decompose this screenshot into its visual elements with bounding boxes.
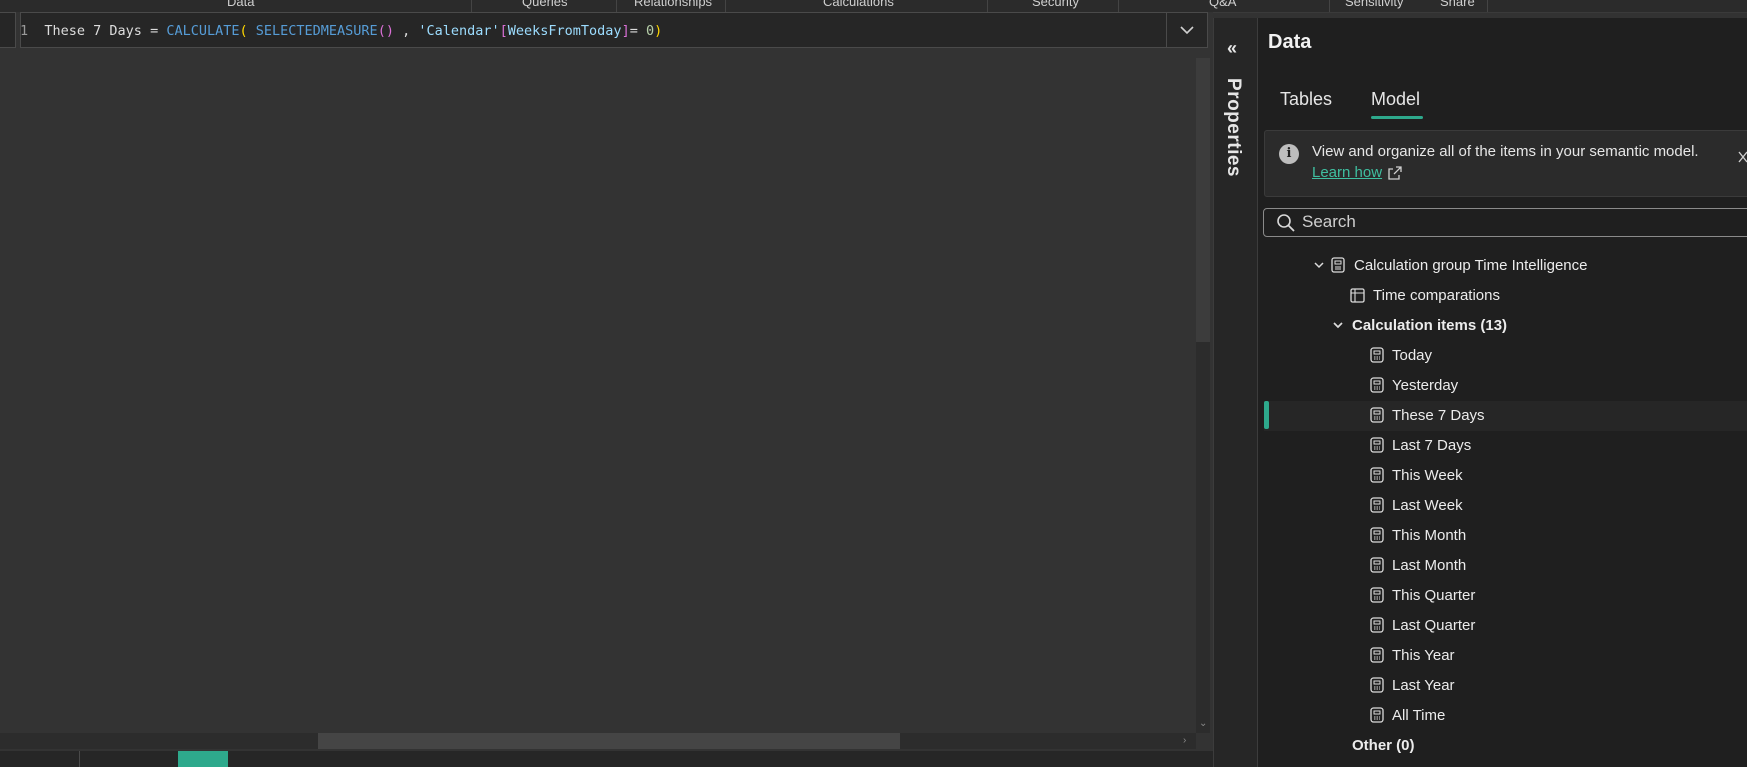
ribbon-tab-calculations[interactable]: Calculations	[823, 0, 894, 9]
tree-calculation-item[interactable]: Yesterday	[1392, 377, 1458, 394]
page-tab[interactable]	[79, 751, 80, 767]
learn-how-link[interactable]: Learn how	[1312, 164, 1382, 181]
ribbon-divider	[471, 0, 472, 12]
tree-calculation-item[interactable]: Last Year	[1392, 677, 1455, 694]
ribbon-divider	[1118, 0, 1119, 12]
ribbon-tab-security[interactable]: Security	[1032, 0, 1079, 9]
tree-calculation-item[interactable]: Last Week	[1392, 497, 1463, 514]
ribbon-divider	[725, 0, 726, 12]
search-input[interactable]	[1302, 209, 1722, 235]
ribbon-divider	[1487, 0, 1488, 12]
ribbon-tab-relationships[interactable]: Relationships	[634, 0, 712, 9]
code-bracket: [	[499, 23, 508, 39]
calculation-item-icon	[1370, 557, 1384, 573]
code-table-ref: 'Calendar'	[418, 23, 500, 39]
ribbon-tab-sensitivity[interactable]: Sensitivity	[1345, 0, 1404, 9]
expand-formula-button[interactable]	[1166, 13, 1207, 47]
calculation-item-icon	[1370, 347, 1384, 363]
ribbon-divider	[616, 0, 617, 12]
calculation-item-icon	[1370, 407, 1384, 423]
calculation-item-icon	[1370, 527, 1384, 543]
tree-calculation-item[interactable]: Last 7 Days	[1392, 437, 1471, 454]
calculation-item-icon	[1370, 647, 1384, 663]
code-paren: )	[654, 23, 663, 39]
data-pane-title: Data	[1268, 31, 1312, 53]
collapse-double-chevron-icon[interactable]: «	[1227, 38, 1237, 59]
close-icon[interactable]	[1737, 150, 1747, 164]
scroll-down-icon[interactable]: ⌄	[1199, 718, 1207, 729]
tree-calculation-item[interactable]: All Time	[1392, 707, 1445, 724]
calculation-item-icon	[1370, 467, 1384, 483]
tree-calculation-items-header[interactable]: Calculation items (13)	[1352, 317, 1507, 334]
calculation-item-icon	[1370, 707, 1384, 723]
code-paren: (	[239, 23, 256, 39]
tree-row-selected[interactable]	[1264, 401, 1747, 431]
code-bracket: ]	[621, 23, 630, 39]
code-operator: =	[141, 23, 167, 39]
tree-other-header[interactable]: Other (0)	[1352, 737, 1415, 754]
table-column-icon	[1350, 288, 1365, 303]
editor-gutter	[0, 12, 16, 48]
chevron-down-icon[interactable]	[1313, 259, 1325, 271]
ribbon-tab-qa[interactable]: Q&A	[1209, 0, 1236, 9]
code-comma: ,	[393, 23, 419, 39]
tab-model[interactable]: Model	[1371, 89, 1420, 110]
active-page-tab[interactable]	[178, 751, 228, 767]
info-icon: i	[1279, 144, 1299, 164]
tree-column[interactable]: Time comparations	[1373, 287, 1500, 304]
tree-calculation-item[interactable]: Last Month	[1392, 557, 1466, 574]
ribbon-divider	[987, 0, 988, 12]
tab-tables[interactable]: Tables	[1280, 89, 1332, 110]
ribbon-tab-queries[interactable]: Queries	[522, 0, 568, 9]
calculation-item-icon	[1370, 677, 1384, 693]
tree-calculation-item[interactable]: This Year	[1392, 647, 1455, 664]
line-number: 1	[20, 23, 29, 39]
calculation-group-icon	[1331, 257, 1345, 273]
tree-calculation-item[interactable]: Last Quarter	[1392, 617, 1475, 634]
scroll-right-icon[interactable]: ›	[1183, 735, 1186, 746]
tree-calculation-item[interactable]: This Quarter	[1392, 587, 1475, 604]
code-function: SELECTEDMEASURE	[255, 23, 378, 39]
ribbon-tab-share[interactable]: Share	[1440, 0, 1475, 9]
calculation-item-icon	[1370, 437, 1384, 453]
calculation-item-icon	[1370, 587, 1384, 603]
calculation-item-icon	[1370, 617, 1384, 633]
tree-calculation-group[interactable]: Calculation group Time Intelligence	[1354, 257, 1587, 274]
tree-calculation-item[interactable]: This Week	[1392, 467, 1463, 484]
horizontal-scroll-thumb[interactable]	[318, 733, 900, 749]
ribbon-tab-data[interactable]: Data	[227, 0, 254, 9]
code-operator: =	[629, 23, 646, 39]
tree-calculation-item[interactable]: These 7 Days	[1392, 407, 1485, 424]
external-link-icon[interactable]	[1387, 165, 1403, 181]
search-icon	[1277, 214, 1295, 232]
chevron-down-icon[interactable]	[1332, 319, 1344, 331]
tree-calculation-item[interactable]: This Month	[1392, 527, 1466, 544]
active-tab-indicator	[1371, 116, 1423, 119]
code-paren: ()	[377, 23, 394, 39]
calc-item-name: These 7 Days	[44, 23, 142, 39]
code-number: 0	[645, 23, 655, 39]
calculation-item-icon	[1370, 497, 1384, 513]
info-banner-text: View and organize all of the items in yo…	[1312, 143, 1699, 160]
properties-label[interactable]: Properties	[1222, 78, 1244, 177]
vertical-scroll-thumb[interactable]	[1196, 58, 1210, 342]
code-function: CALCULATE	[166, 23, 240, 39]
selection-indicator	[1264, 401, 1269, 429]
calculation-item-icon	[1370, 377, 1384, 393]
tree-calculation-item[interactable]: Today	[1392, 347, 1432, 364]
code-column-ref: WeeksFromToday	[507, 23, 622, 39]
ribbon-divider	[1329, 0, 1330, 12]
code-line[interactable]: 1 These 7 Days = CALCULATE( SELECTEDMEAS…	[20, 13, 662, 49]
chevron-down-icon	[1180, 26, 1194, 35]
dax-editor[interactable]	[0, 12, 1213, 767]
